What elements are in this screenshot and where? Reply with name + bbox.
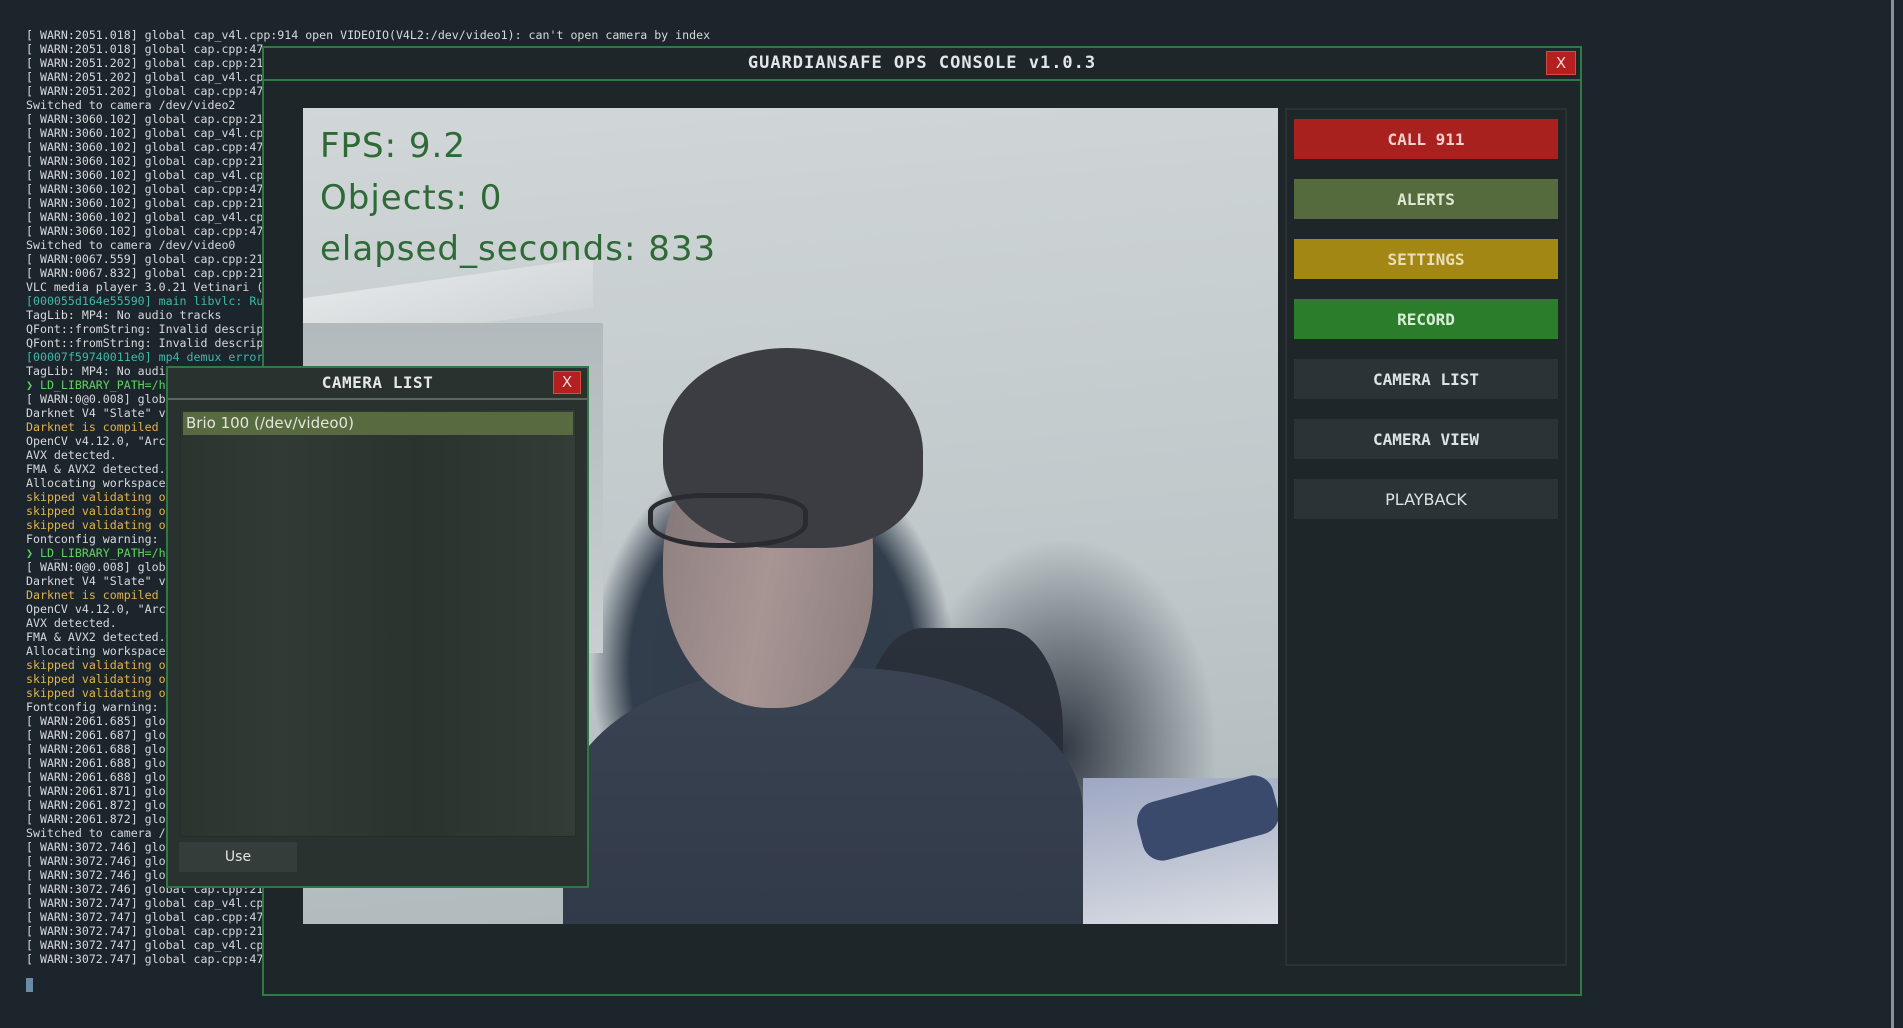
use-camera-button[interactable]: Use <box>179 842 297 872</box>
playback-button[interactable]: PLAYBACK <box>1294 479 1558 519</box>
terminal-scrollbar[interactable] <box>1891 0 1894 1028</box>
camera-list-item[interactable]: Brio 100 (/dev/video0) <box>183 412 573 435</box>
settings-button[interactable]: SETTINGS <box>1294 239 1558 279</box>
camera-listbox[interactable]: Brio 100 (/dev/video0) <box>180 409 576 837</box>
terminal-line: [ WARN:2051.018] global cap_v4l.cpp:914 … <box>26 28 711 42</box>
call-911-button[interactable]: CALL 911 <box>1294 119 1558 159</box>
camera-list-dialog: CAMERA LIST X Brio 100 (/dev/video0) Use <box>166 366 589 888</box>
camera-dialog-close-button[interactable]: X <box>553 371 581 394</box>
objects-overlay: Objects: 0 <box>320 178 503 218</box>
video-person-body <box>563 668 1083 924</box>
alerts-button[interactable]: ALERTS <box>1294 179 1558 219</box>
console-titlebar[interactable]: GUARDIANSAFE OPS CONSOLE v1.0.3 X <box>264 48 1580 81</box>
record-button[interactable]: RECORD <box>1294 299 1558 339</box>
terminal-cursor <box>26 978 33 992</box>
control-side-panel: CALL 911 ALERTS SETTINGS RECORD CAMERA L… <box>1285 108 1567 966</box>
console-close-button[interactable]: X <box>1546 51 1576 75</box>
elapsed-overlay: elapsed_seconds: 833 <box>320 229 717 269</box>
console-title: GUARDIANSAFE OPS CONSOLE v1.0.3 <box>747 53 1097 73</box>
camera-view-button[interactable]: CAMERA VIEW <box>1294 419 1558 459</box>
camera-list-button[interactable]: CAMERA LIST <box>1294 359 1558 399</box>
camera-dialog-title: CAMERA LIST <box>321 373 434 392</box>
camera-dialog-titlebar[interactable]: CAMERA LIST X <box>168 368 587 400</box>
fps-overlay: FPS: 9.2 <box>320 126 466 166</box>
video-person-glasses <box>648 493 808 548</box>
